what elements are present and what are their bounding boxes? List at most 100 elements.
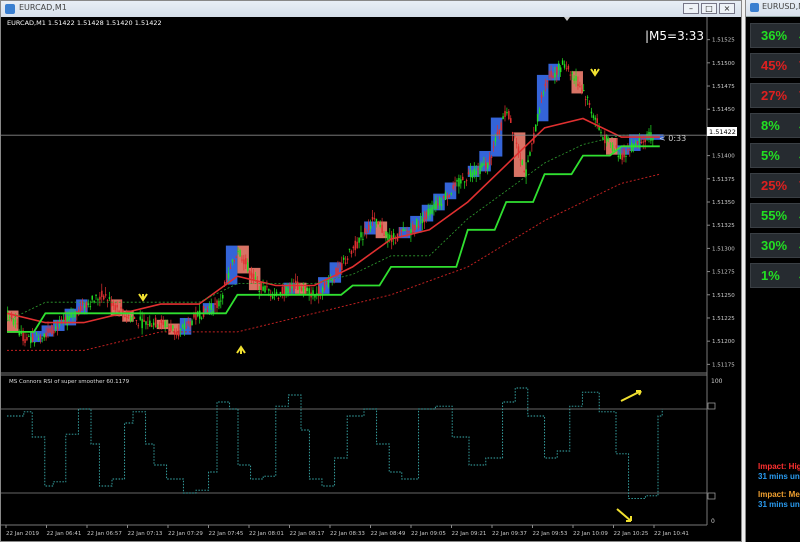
price-tick-label: 1.51500	[712, 61, 735, 67]
candle-body	[477, 168, 479, 170]
candle-body	[383, 234, 385, 236]
candle-body	[129, 317, 132, 321]
signal-percent: 5%	[761, 148, 780, 163]
candle-body	[414, 225, 416, 231]
candle-body	[452, 185, 454, 189]
candle-body	[141, 318, 143, 329]
candle-body	[133, 317, 136, 319]
candle-body	[462, 176, 464, 181]
candle-body	[252, 273, 255, 280]
candle-body	[168, 326, 170, 328]
candle-body	[398, 232, 401, 234]
heiken-box	[53, 319, 65, 331]
candle-body	[271, 296, 274, 299]
candle-body	[415, 219, 418, 228]
candle-body	[535, 124, 537, 132]
candle-body	[126, 316, 128, 318]
candle-body	[124, 315, 126, 318]
candle-body	[83, 305, 86, 308]
candle-body	[204, 309, 207, 311]
candle-body	[387, 233, 389, 241]
candle-body	[348, 248, 351, 250]
minimize-button[interactable]: –	[683, 3, 699, 14]
candle-body	[375, 218, 378, 225]
candle-body	[556, 66, 558, 75]
candle-body	[402, 228, 405, 231]
candle-body	[442, 195, 445, 198]
candle-body	[266, 286, 268, 288]
candle-body	[258, 290, 261, 292]
price-tick-label: 1.51250	[712, 293, 735, 299]
signal-tile[interactable]: 5%▲	[750, 143, 800, 168]
candle-body	[218, 300, 220, 307]
candle-body	[254, 277, 257, 279]
candle-body	[229, 267, 232, 269]
candle-body	[281, 287, 284, 294]
candle-body	[356, 241, 358, 249]
main-chart-window[interactable]: EURCAD,M1 – □ × 1.51525 1.51500 1.51475 1.5…	[0, 0, 742, 542]
candle-body	[87, 303, 90, 305]
candle-body	[306, 287, 309, 292]
candle-body	[540, 95, 543, 98]
candle-body	[458, 178, 460, 187]
time-tick-label: 22 Jan 07:29	[168, 531, 203, 537]
candle-body	[235, 256, 237, 258]
candle-body	[208, 306, 211, 308]
price-tick-label: 1.51475	[712, 84, 735, 90]
signal-tile[interactable]: 8%▲	[750, 113, 800, 138]
time-tick-label: 22 Jan 10:41	[654, 531, 689, 537]
time-tick-label: 22 Jan 09:53	[533, 531, 568, 537]
candle-body	[85, 302, 88, 308]
candle-body	[127, 314, 130, 316]
candle-body	[567, 65, 570, 70]
time-tick-label: 22 Jan 2019	[6, 531, 39, 537]
restore-button[interactable]: □	[701, 3, 717, 14]
signal-tile[interactable]: 55%▲	[750, 203, 800, 228]
candle-body	[304, 287, 307, 289]
candle-body	[571, 72, 573, 74]
signal-tile[interactable]: 25%▼	[750, 173, 800, 198]
signal-tile[interactable]: 27%▼	[750, 83, 800, 108]
candle-body	[494, 137, 497, 142]
price-chart[interactable]: 1.515251.515001.514751.514501.514251.514…	[1, 17, 741, 541]
signal-tile[interactable]: 45%▼	[750, 53, 800, 78]
candle-body	[525, 169, 527, 177]
candle-body	[371, 216, 374, 220]
signal-tile[interactable]: 1%▲	[750, 263, 800, 288]
candle-body	[600, 132, 602, 134]
signal-percent: 27%	[761, 88, 788, 103]
candle-body	[74, 311, 76, 318]
signal-tile[interactable]: 30%▲	[750, 233, 800, 258]
candle-body	[360, 232, 362, 238]
candle-body	[222, 294, 224, 299]
candle-body	[444, 192, 447, 200]
candle-body	[450, 192, 453, 195]
candle-body	[496, 132, 499, 135]
rsi-axis-max: 100	[711, 378, 723, 385]
window-title: EURCAD,M1	[19, 3, 67, 12]
candle-body	[64, 317, 67, 322]
signal-tile[interactable]: 36%▲	[750, 23, 800, 48]
candle-body	[352, 246, 355, 249]
candle-body	[166, 325, 168, 327]
main-titlebar[interactable]: EURCAD,M1 – □ ×	[1, 1, 741, 18]
side-titlebar[interactable]: EURUSD,M5	[746, 0, 800, 17]
candle-body	[498, 129, 501, 135]
candle-body	[116, 305, 118, 308]
time-tick-label: 22 Jan 09:21	[452, 531, 487, 537]
candle-body	[488, 156, 491, 165]
candle-body	[152, 322, 155, 326]
candle-body	[241, 259, 243, 261]
candle-body	[381, 224, 383, 233]
candle-body	[268, 289, 270, 291]
candle-body	[79, 306, 82, 311]
candle-body	[41, 337, 44, 339]
news-item: Impact: Hig	[758, 462, 800, 471]
candle-body	[93, 300, 95, 303]
close-button[interactable]: ×	[719, 3, 735, 14]
candle-body	[302, 287, 305, 292]
candle-body	[475, 170, 477, 175]
candle-body	[523, 171, 525, 173]
candle-body	[151, 325, 153, 327]
side-window[interactable]: EURUSD,M5 36%▲ 45%▼ 27%▼ 8%▲ 5%▲ 25%▼ 55%▲ 30%▲…	[745, 0, 800, 542]
